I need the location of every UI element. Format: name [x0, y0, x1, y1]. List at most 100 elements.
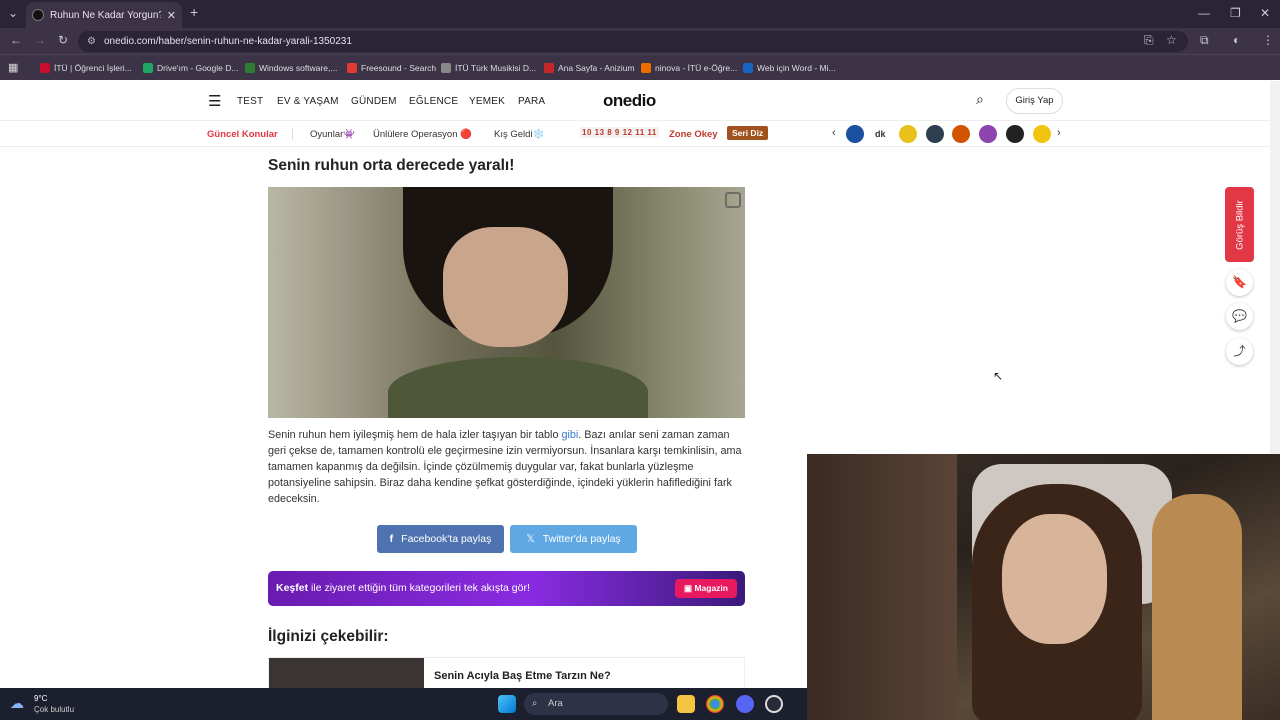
magazin-label: Magazin — [694, 583, 728, 593]
subnav-zone-okey[interactable]: Zone Okey — [669, 129, 718, 140]
channel-x-icon[interactable] — [926, 125, 944, 143]
bookmark-star-icon[interactable]: ☆ — [1166, 33, 1177, 47]
nav-para[interactable]: PARA — [518, 96, 545, 107]
bookmark-3[interactable]: Windows software,... — [245, 55, 337, 81]
windows-start-icon[interactable] — [498, 695, 516, 713]
bookmark-label: Web için Word - Mi... — [757, 63, 836, 73]
bookmark-icon[interactable]: 🔖 — [1226, 269, 1253, 296]
minimize-icon[interactable]: — — [1198, 6, 1210, 20]
search-icon[interactable]: ⌕ — [976, 91, 984, 108]
subnav-oyunlar[interactable]: Oyunlar👾 — [310, 129, 355, 140]
expand-icon[interactable] — [725, 192, 741, 208]
x-icon: 𝕏 — [526, 533, 535, 545]
related-card-title[interactable]: Senin Acıyla Baş Etme Tarzın Ne? — [434, 670, 611, 682]
bookmark-6[interactable]: Ana Sayfa - Anizium — [544, 55, 635, 81]
bookmark-5[interactable]: İTÜ Türk Musikisi D... — [441, 55, 536, 81]
sub-navigation: Güncel Konular Oyunlar👾 Ünlülere Operasy… — [0, 121, 1270, 147]
zone-okey-numbers[interactable]: 10 13 8 9 12 11 11 — [580, 127, 659, 138]
profile-icon[interactable]: ◐ — [1233, 33, 1240, 47]
weather-desc[interactable]: Çok bulutlu — [34, 705, 74, 714]
result-description: Senin ruhun hem iyileşmiş hem de hala iz… — [268, 427, 748, 507]
bookmark-2[interactable]: Drive'ım - Google D... — [143, 55, 238, 81]
nav-gundem[interactable]: GÜNDEM — [351, 96, 397, 107]
hamburger-menu-icon[interactable]: ☰ — [208, 92, 221, 110]
scrollbar[interactable] — [1270, 81, 1280, 454]
back-icon[interactable]: ← — [10, 33, 22, 47]
site-logo[interactable]: onedio — [603, 91, 656, 111]
magazin-icon: ▣ — [684, 583, 695, 593]
discord-icon[interactable] — [736, 695, 754, 713]
image-jacket-shape — [388, 357, 648, 418]
apps-grid-icon[interactable]: ▦ — [8, 55, 18, 81]
chevron-right-icon[interactable]: › — [1057, 127, 1061, 139]
login-button[interactable]: Giriş Yap — [1006, 88, 1063, 114]
address-bar-row: ← → ↻ ⚙ onedio.com/haber/senin-ruhun-ne-… — [0, 28, 1280, 54]
nav-eglence[interactable]: EĞLENCE — [409, 96, 458, 107]
weather-temp[interactable]: 9°C — [34, 694, 47, 703]
tab-favicon-icon — [32, 9, 44, 21]
share-icon[interactable]: ⤴ — [1226, 338, 1253, 365]
taskbar-search[interactable]: ⌕ Ara — [524, 693, 668, 715]
magazin-badge[interactable]: ▣ Magazin — [675, 579, 737, 598]
forward-icon[interactable]: → — [34, 33, 46, 47]
menu-icon[interactable]: ⋮ — [1262, 33, 1274, 47]
channel-lol-icon[interactable] — [1033, 125, 1051, 143]
bookmark-label: Drive'ım - Google D... — [157, 63, 239, 73]
image-face-shape — [443, 227, 568, 347]
bookmark-8[interactable]: Web için Word - Mi... — [743, 55, 836, 81]
related-card[interactable]: Senin Acıyla Baş Etme Tarzın Ne? — [268, 657, 745, 688]
facebook-icon: f — [389, 533, 394, 545]
bookmark-7[interactable]: ninova - İTÜ e-Öğre... — [641, 55, 737, 81]
comments-icon[interactable]: 💬 — [1226, 303, 1253, 330]
steam-icon[interactable] — [765, 695, 783, 713]
webcam-overlay — [807, 454, 1280, 720]
taskbar-search-label: Ara — [548, 698, 563, 709]
subnav-unluler[interactable]: Ünlülere Operasyon 🔴 — [373, 129, 472, 140]
active-tab[interactable]: Ruhun Ne Kadar Yorgun? - One ✕ — [26, 2, 182, 28]
site-info-icon[interactable]: ⚙ — [87, 31, 96, 52]
facebook-share-button[interactable]: f Facebook'ta paylaş — [377, 525, 504, 553]
url-input[interactable]: ⚙ onedio.com/haber/senin-ruhun-ne-kadar-… — [78, 31, 1188, 52]
channel-kolik-icon[interactable] — [899, 125, 917, 143]
chevron-left-icon[interactable]: ‹ — [832, 127, 836, 139]
description-link[interactable]: gibi — [561, 429, 578, 441]
extensions-icon[interactable]: ⧉ — [1200, 33, 1209, 48]
bookmark-label: İTÜ Türk Musikisi D... — [455, 63, 537, 73]
cast-icon[interactable]: ⎘ — [1144, 33, 1154, 48]
description-text: Senin ruhun hem iyileşmiş hem de hala iz… — [268, 429, 562, 441]
channel-onedio-icon[interactable] — [846, 125, 864, 143]
subnav-kis-geldi[interactable]: Kış Geldi❄️ — [494, 129, 544, 140]
channel-fly-icon[interactable] — [952, 125, 970, 143]
channel-dk-icon[interactable]: dk — [875, 129, 886, 139]
related-card-image — [269, 658, 424, 688]
guncel-konular-label: Güncel Konular — [207, 129, 278, 140]
bookmark-label: ninova - İTÜ e-Öğre... — [655, 63, 738, 73]
file-explorer-icon[interactable] — [677, 695, 695, 713]
bookmark-1[interactable]: İTÜ | Öğrenci İşleri... — [40, 55, 132, 81]
reload-icon[interactable]: ↻ — [58, 33, 68, 47]
channel-dev-icon[interactable] — [1006, 125, 1024, 143]
bookmark-4[interactable]: Freesound - Search — [347, 55, 436, 81]
bookmark-favicon-icon — [544, 63, 554, 73]
webcam-person-face — [1002, 514, 1107, 644]
new-tab-icon[interactable]: + — [190, 4, 198, 20]
bookmark-favicon-icon — [441, 63, 451, 73]
seri-diz-badge[interactable]: Seri Diz — [727, 126, 769, 140]
feedback-button[interactable]: Görüş Bildir — [1225, 187, 1254, 262]
bookmark-favicon-icon — [743, 63, 753, 73]
twitter-share-button[interactable]: 𝕏 Twitter'da paylaş — [510, 525, 637, 553]
webcam-bookshelf — [807, 454, 957, 720]
tab-list-icon[interactable]: ⌄ — [8, 6, 18, 20]
tab-close-icon[interactable]: ✕ — [167, 9, 176, 22]
restore-icon[interactable]: ❐ — [1230, 6, 1241, 20]
kesfet-banner[interactable]: Keşfet ile ziyaret ettiğin tüm kategoril… — [268, 571, 745, 606]
chrome-icon[interactable] — [706, 695, 724, 713]
nav-test[interactable]: TEST — [237, 96, 263, 107]
channel-pop-icon[interactable] — [979, 125, 997, 143]
nav-yemek[interactable]: YEMEK — [469, 96, 505, 107]
close-window-icon[interactable]: ✕ — [1260, 6, 1270, 20]
bookmark-label: Windows software,... — [259, 63, 338, 73]
tab-bar: ⌄ Ruhun Ne Kadar Yorgun? - One ✕ + — ❐ ✕ — [0, 0, 1280, 28]
nav-ev-yasam[interactable]: EV & YAŞAM — [277, 96, 339, 107]
tab-title: Ruhun Ne Kadar Yorgun? - One — [50, 9, 161, 21]
